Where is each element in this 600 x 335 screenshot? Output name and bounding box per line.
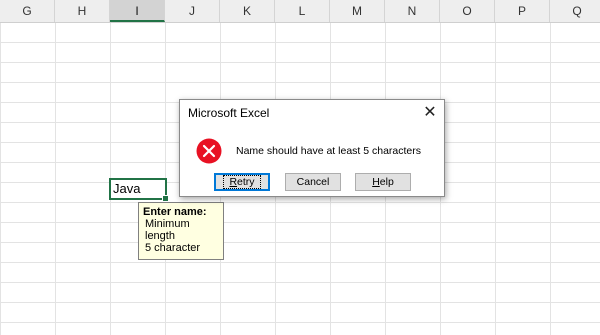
- active-cell-I[interactable]: Java: [109, 178, 169, 202]
- input-message-tooltip: Enter name: Minimum length 5 character: [138, 202, 224, 260]
- error-message: Name should have at least 5 characters: [236, 145, 422, 157]
- column-header-H[interactable]: H: [55, 0, 110, 22]
- column-header-L[interactable]: L: [275, 0, 330, 22]
- close-icon: ✕: [423, 104, 437, 121]
- tooltip-title: Enter name:: [143, 206, 207, 218]
- retry-button[interactable]: Retry: [214, 173, 270, 191]
- column-header-K[interactable]: K: [220, 0, 275, 22]
- fill-handle[interactable]: [162, 195, 169, 202]
- dialog-title: Microsoft Excel: [188, 106, 270, 120]
- column-header-N[interactable]: N: [385, 0, 440, 22]
- column-header-G[interactable]: G: [0, 0, 55, 22]
- column-header-Q[interactable]: Q: [550, 0, 600, 22]
- tooltip-line-2: 5 character: [145, 242, 201, 254]
- help-button[interactable]: Help: [355, 173, 411, 191]
- close-button[interactable]: ✕: [418, 102, 442, 124]
- dialog-titlebar[interactable]: Microsoft Excel ✕: [180, 100, 444, 126]
- cell-value: Java: [113, 181, 141, 196]
- column-header-P[interactable]: P: [495, 0, 550, 22]
- column-header-M[interactable]: M: [330, 0, 385, 22]
- column-header-O[interactable]: O: [440, 0, 495, 22]
- retry-label: Retry: [223, 175, 261, 189]
- tooltip-line-1: Minimum length: [145, 218, 190, 242]
- column-header-I[interactable]: I: [110, 0, 165, 22]
- error-icon: [196, 138, 222, 164]
- error-dialog: Microsoft Excel ✕ Name should have at le…: [179, 99, 445, 197]
- column-header-J[interactable]: J: [165, 0, 220, 22]
- column-headers: GHIJKLMNOPQ: [0, 0, 600, 23]
- cancel-button[interactable]: Cancel: [285, 173, 341, 191]
